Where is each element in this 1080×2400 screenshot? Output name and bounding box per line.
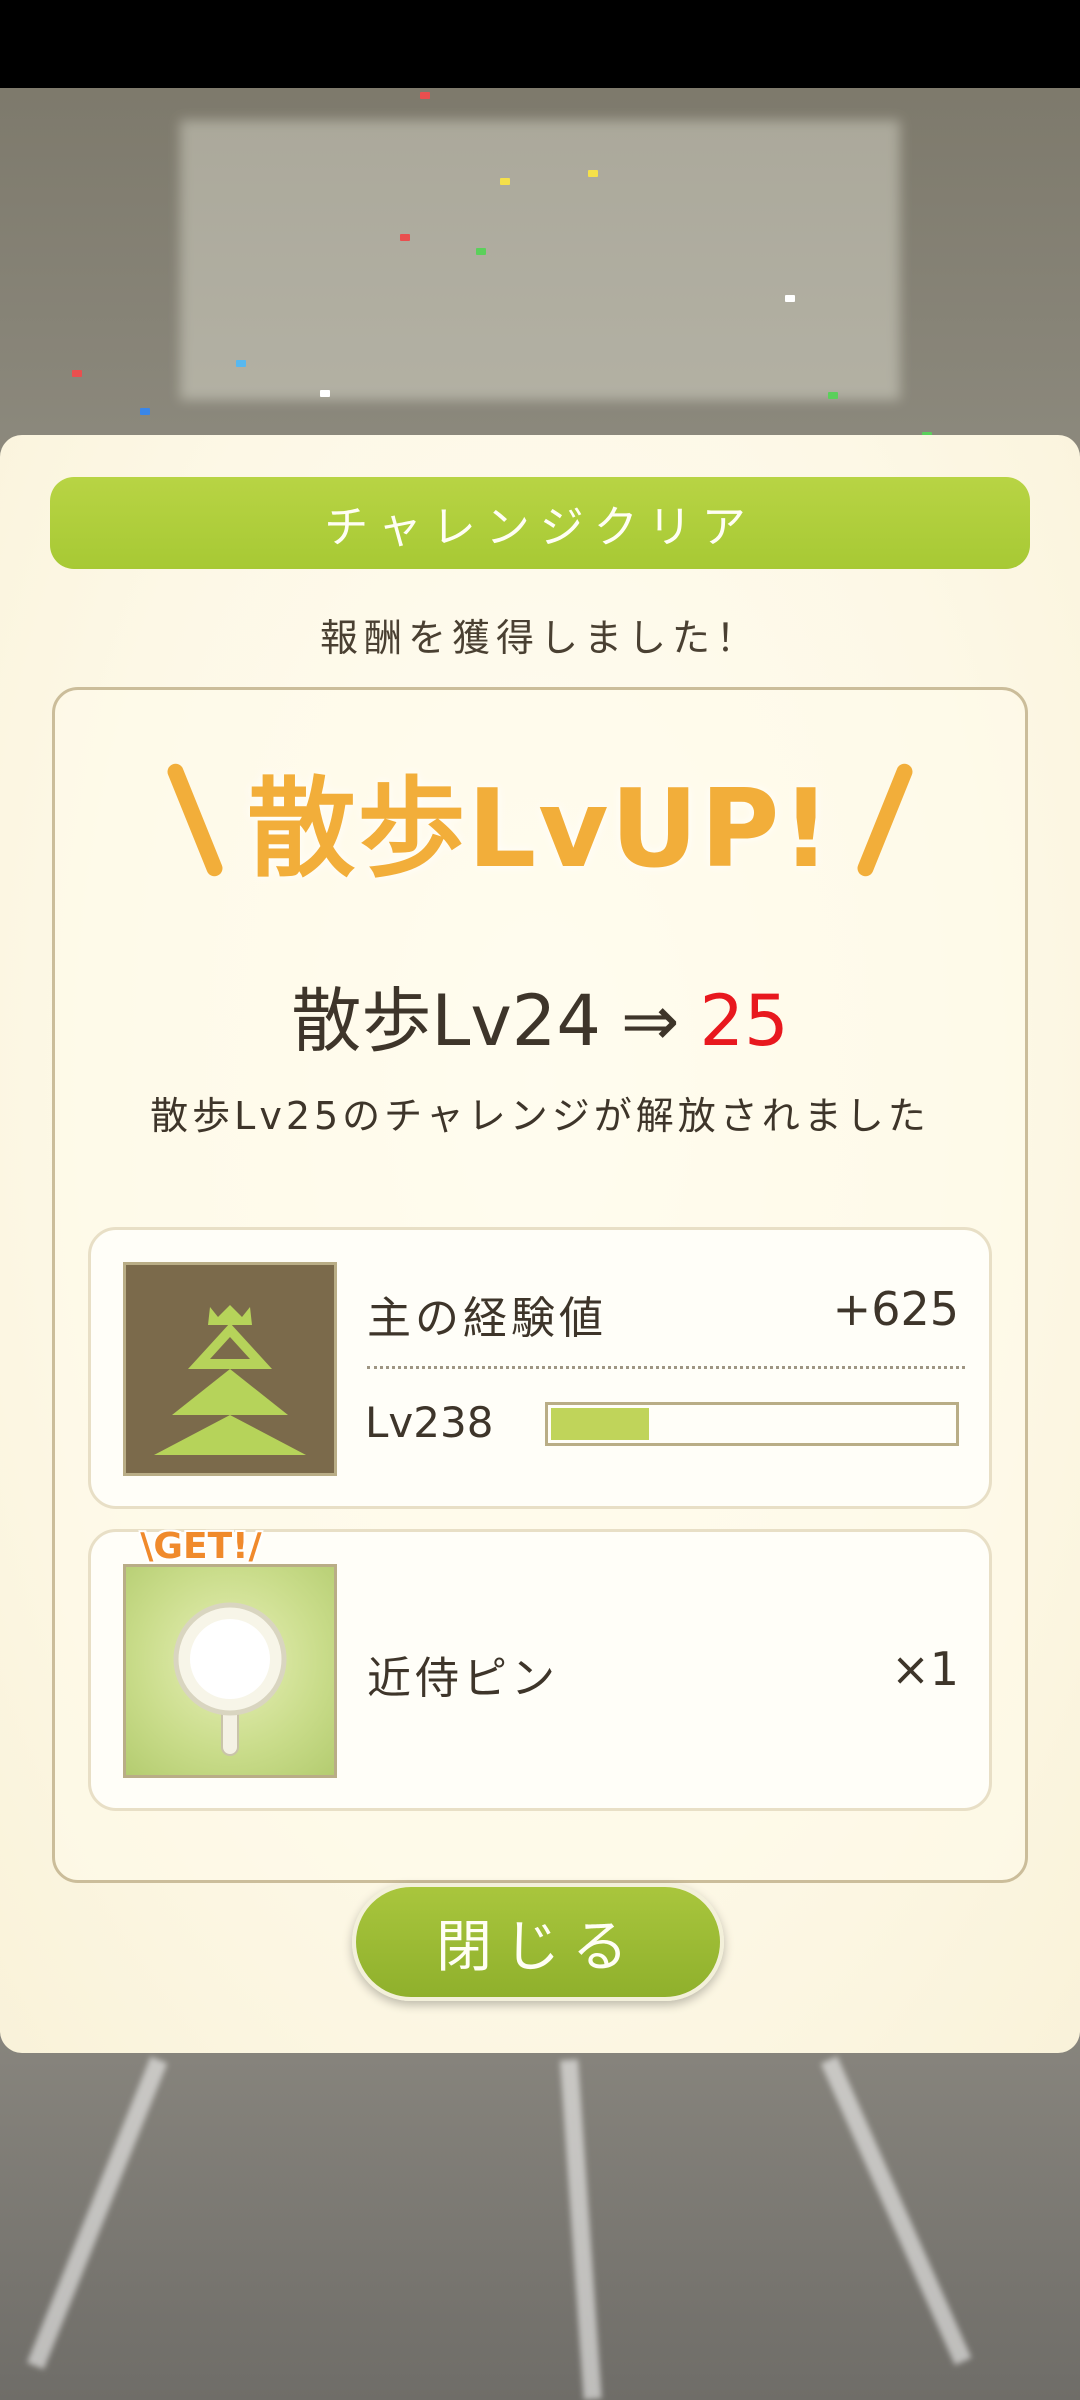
exp-progress-bar [545, 1402, 959, 1446]
pin-reward-name: 近侍ピン [367, 1653, 559, 1704]
new-level: 25 [699, 980, 789, 1062]
get-badge: \GET!/ [140, 1526, 262, 1567]
level-arrow: ⇒ [620, 980, 680, 1062]
banner-slash-right [854, 761, 915, 879]
reward-item-pin: \GET!/ 近侍ピン ×1 [88, 1526, 992, 1811]
close-button[interactable]: 閉じる [352, 1883, 724, 2001]
pin-icon [123, 1564, 337, 1778]
reward-acquired-text: 報酬を獲得しました！ [319, 616, 760, 660]
status-bar [0, 0, 1080, 88]
reward-item-exp: 主の経験値 +625 Lv238 [88, 1227, 992, 1509]
level-change: 散歩Lv24 ⇒ 25 [0, 965, 1080, 1066]
castle-icon [123, 1262, 337, 1476]
exp-progress-fill [551, 1408, 649, 1440]
divider [367, 1366, 965, 1369]
player-level: Lv238 [365, 1398, 494, 1447]
pin-reward-amount: ×1 [891, 1642, 959, 1696]
exp-reward-amount: +625 [832, 1282, 959, 1336]
level-up-title: 散歩LvUP! [247, 767, 833, 892]
dialog-header: チャレンジクリア [50, 477, 1030, 569]
level-up-banner: 散歩LvUP! [0, 745, 1080, 895]
old-level: 散歩Lv24 [291, 980, 601, 1062]
unlock-message: 散歩Lv25のチャレンジが解放されました [150, 1094, 930, 1138]
exp-reward-name: 主の経験値 [367, 1293, 607, 1344]
challenge-clear-dialog: チャレンジクリア 報酬を獲得しました！ 散歩LvUP! 散歩Lv24 ⇒ 25 散歩… [0, 435, 1080, 2053]
banner-slash-left [165, 761, 226, 879]
